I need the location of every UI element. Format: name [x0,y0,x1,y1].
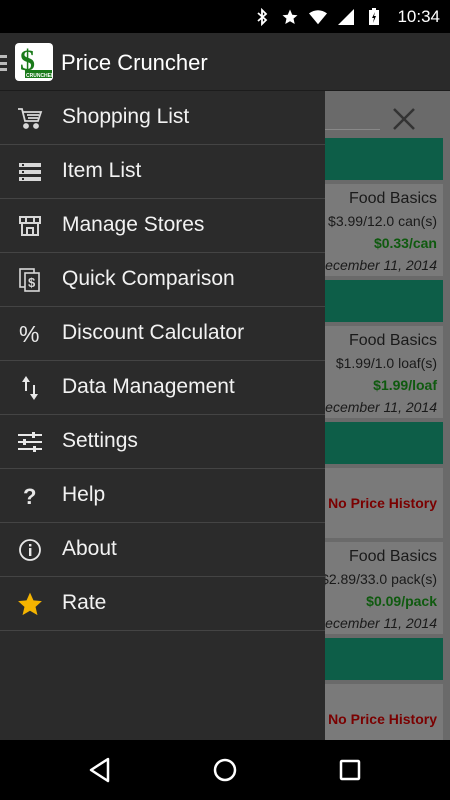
price-date: December 11, 2014 [315,399,437,415]
unit-price: $1.99/loaf [373,377,437,393]
close-icon[interactable] [390,105,418,133]
price-card[interactable]: No Price History [325,468,443,538]
section-header[interactable] [325,138,443,180]
store-name: Food Basics [348,332,437,349]
signal-icon [337,8,355,26]
clock: 10:34 [397,6,440,26]
price-card[interactable]: Food Basics $2.89/33.0 pack(s) $0.09/pac… [315,542,443,634]
cart-icon [17,105,43,131]
info-icon [17,537,43,563]
svg-text:CRUNCHER: CRUNCHER [26,73,53,79]
unit-price: $0.33/can [373,235,437,251]
price-card[interactable]: Food Basics $1.99/1.0 loaf(s) $1.99/loaf… [315,326,443,418]
price-quantity: $1.99/1.0 loaf(s) [335,355,437,371]
status-bar: 10:34 [0,0,450,33]
section-header[interactable] [325,422,443,464]
sliders-icon [17,429,43,455]
menu-icon[interactable] [0,55,8,71]
svg-text:$: $ [28,275,36,290]
price-date: December 11, 2014 [315,257,437,273]
price-date: December 11, 2014 [315,615,437,631]
store-name: Food Basics [348,548,437,565]
drawer-item-rate[interactable]: Rate [0,577,325,631]
back-icon[interactable] [85,755,115,785]
drawer-item-settings[interactable]: Settings [0,415,325,469]
drawer-item-label: Item List [62,159,142,182]
navigation-drawer: Shopping List Item List Manage Stores $ … [0,91,325,740]
star-icon [17,591,43,617]
app-title: Price Cruncher [61,50,208,75]
section-header[interactable] [325,280,443,322]
drawer-item-manage-stores[interactable]: Manage Stores [0,199,325,253]
price-quantity: $3.99/12.0 can(s) [328,213,437,229]
drawer-item-label: About [62,537,117,560]
system-nav-bar [0,740,450,800]
no-price-history: No Price History [328,711,437,727]
drawer-item-item-list[interactable]: Item List [0,145,325,199]
svg-text:?: ? [23,484,36,508]
home-icon[interactable] [210,755,240,785]
list-icon [17,159,43,185]
app-logo[interactable]: $ CRUNCHER [15,43,53,81]
drawer-item-label: Discount Calculator [62,321,245,344]
wifi-icon [309,8,328,26]
star-icon [281,8,299,26]
drawer-item-label: Help [62,483,106,506]
question-icon: ? [17,483,43,509]
battery-icon [365,7,383,26]
drawer-item-quick-comparison[interactable]: $ Quick Comparison [0,253,325,307]
svg-text:%: % [19,322,39,346]
drawer-item-label: Quick Comparison [62,267,235,290]
price-quantity: $2.89/33.0 pack(s) [321,571,437,587]
percent-icon: % [17,321,43,347]
no-price-history: No Price History [328,495,437,511]
drawer-item-help[interactable]: ? Help [0,469,325,523]
unit-price: $0.09/pack [366,593,437,609]
app-bar: $ CRUNCHER Price Cruncher [0,33,450,91]
drawer-item-discount-calculator[interactable]: % Discount Calculator [0,307,325,361]
drawer-item-label: Shopping List [62,105,190,128]
drawer-item-label: Data Management [62,375,235,398]
price-card[interactable]: Food Basics $3.99/12.0 can(s) $0.33/can … [315,184,443,276]
price-card[interactable]: No Price History [325,684,443,740]
sort-arrows-icon [17,375,43,401]
drawer-item-shopping-list[interactable]: Shopping List [0,91,325,145]
section-header[interactable] [325,638,443,680]
drawer-item-data-management[interactable]: Data Management [0,361,325,415]
search-underline [325,129,380,130]
drawer-item-about[interactable]: About [0,523,325,577]
drawer-item-label: Rate [62,591,107,614]
drawer-item-label: Settings [62,429,138,452]
compare-icon: $ [17,267,43,293]
bluetooth-icon [253,7,271,26]
store-icon [17,213,43,239]
drawer-item-label: Manage Stores [62,213,205,236]
recents-icon[interactable] [335,755,365,785]
store-name: Food Basics [348,190,437,207]
